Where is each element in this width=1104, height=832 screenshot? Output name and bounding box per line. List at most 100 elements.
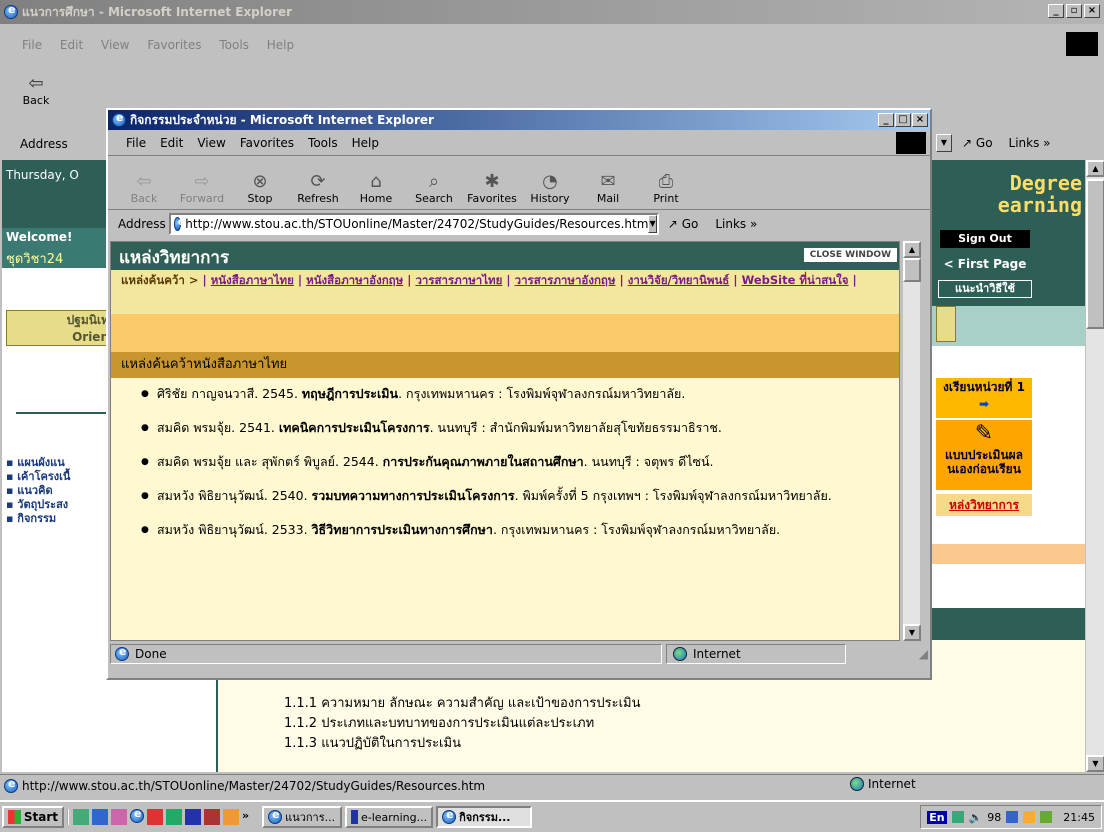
home-button[interactable]: ⌂ Home — [350, 170, 402, 206]
reference-list: ศิริชัย กาญจนวาสี. 2545. ทฤษฎีการประเมิน… — [111, 382, 899, 552]
start-button[interactable]: Start — [2, 806, 64, 828]
favorites-button[interactable]: ✱ Favorites — [466, 170, 518, 206]
close-window-button[interactable]: CLOSE WINDOW — [803, 248, 897, 262]
bg-menu-help[interactable]: Help — [267, 38, 294, 52]
bg-menu-file[interactable]: File — [22, 38, 42, 52]
popup-menu-edit[interactable]: Edit — [160, 136, 183, 150]
close-button[interactable]: × — [912, 113, 928, 127]
nav-link-thai-journals[interactable]: วารสารภาษาไทย — [415, 273, 502, 287]
bg-scroll-up-button[interactable]: ▲ — [1086, 160, 1104, 177]
excel-icon[interactable] — [166, 809, 182, 825]
bg-address-dropdown[interactable]: ▼ — [936, 134, 952, 152]
bg-address-label: Address — [20, 137, 68, 151]
bg-course: ชุดวิชา24 — [6, 252, 64, 267]
popup-menu-favorites[interactable]: Favorites — [240, 136, 294, 150]
bg-left-menu-item[interactable]: ▪ แนวคิด — [6, 484, 70, 498]
network-icon[interactable] — [951, 811, 964, 823]
task-button[interactable]: แนวการ... — [262, 806, 343, 828]
bg-left-menu-item[interactable]: ▪ กิจกรรม — [6, 512, 70, 526]
minimize-button[interactable]: _ — [1048, 4, 1064, 18]
popup-menu-help[interactable]: Help — [352, 136, 379, 150]
tray-app-icon[interactable] — [1023, 811, 1036, 823]
popup-menu-view[interactable]: View — [197, 136, 225, 150]
bg-go-button[interactable]: ↗ Go — [962, 136, 993, 150]
bg-menu-tools[interactable]: Tools — [219, 38, 249, 52]
popup-menu-file[interactable]: File — [126, 136, 146, 150]
forward-button[interactable]: ⇨ Forward — [176, 170, 228, 206]
nav-link-thai-books[interactable]: หนังสือภาษาไทย — [211, 273, 294, 287]
windows-logo-icon — [1066, 32, 1098, 56]
bg-vertical-scrollbar[interactable]: ▲ ▼ — [1085, 160, 1104, 772]
printer-icon: ⎙ — [658, 170, 674, 192]
bg-outline-item[interactable]: 1.1.1 ความหมาย ลักษณะ ความสำคัญ และเป้าข… — [284, 694, 640, 714]
bg-menu-edit[interactable]: Edit — [60, 38, 83, 52]
search-button[interactable]: ⌕ Search — [408, 170, 460, 206]
bg-left-menu-item[interactable]: ▪ เค้าโครงเนื้ — [6, 470, 70, 484]
popup-vertical-scrollbar[interactable]: ▲ ▼ — [902, 241, 921, 641]
bg-left-menu-item[interactable]: ▪ แผนผังแน — [6, 456, 70, 470]
bg-outline-item[interactable]: 1.1.2 ประเภทและบทบาทของการประเมินแต่ละปร… — [284, 714, 640, 734]
scroll-up-button[interactable]: ▲ — [903, 241, 921, 258]
nav-link-websites[interactable]: WebSite ที่น่าสนใจ — [742, 273, 849, 287]
address-value: http://www.stou.ac.th/STOUonline/Master/… — [185, 217, 649, 231]
bg-peach-band — [922, 544, 1085, 564]
maximize-button[interactable]: □ — [895, 113, 911, 127]
close-button[interactable]: × — [1084, 4, 1100, 18]
powerpoint-icon[interactable] — [147, 809, 163, 825]
scroll-thumb[interactable] — [903, 258, 921, 282]
bg-orient-text-1: ปฐมนิเท — [66, 313, 109, 327]
ie-launch-icon[interactable] — [130, 807, 144, 823]
refresh-button[interactable]: ⟳ Refresh — [292, 170, 344, 206]
address-input[interactable]: http://www.stou.ac.th/STOUonline/Master/… — [168, 213, 659, 235]
language-indicator[interactable]: En — [927, 810, 947, 824]
bg-left-menu-item[interactable]: ▪ วัตถุประสง — [6, 498, 70, 512]
bg-first-page-button[interactable]: < First Page — [938, 254, 1032, 274]
bg-back-button[interactable]: ⇦ Back — [10, 72, 62, 108]
bg-menu-favorites[interactable]: Favorites — [147, 38, 201, 52]
nav-link-english-books[interactable]: หนังสือภาษาอังกฤษ — [306, 273, 403, 287]
access-icon[interactable] — [204, 809, 220, 825]
show-desktop-icon[interactable] — [73, 809, 89, 825]
bg-unit-box[interactable]: งเรียนหน่วยที่ 1 ➡ — [936, 378, 1032, 418]
bg-resources-link[interactable]: หล่งวิทยาการ — [936, 494, 1032, 516]
speaker-icon[interactable]: 🔈 — [969, 811, 983, 824]
stop-button[interactable]: ⊗ Stop — [234, 170, 286, 206]
scroll-down-button[interactable]: ▼ — [903, 624, 921, 641]
nav-link-english-journals[interactable]: วารสารภาษาอังกฤษ — [515, 273, 616, 287]
outlook-icon[interactable] — [92, 809, 108, 825]
task-button[interactable]: e-learning... — [345, 806, 434, 828]
address-dropdown[interactable]: ▼ — [648, 215, 657, 233]
popup-links-button[interactable]: Links » — [715, 217, 757, 231]
tray-app-icon[interactable] — [1040, 811, 1053, 823]
bg-scroll-down-button[interactable]: ▼ — [1086, 755, 1104, 772]
popup-window-controls: _ □ × — [878, 113, 928, 127]
more-chevron-icon[interactable]: » — [242, 809, 249, 825]
bg-orient-box[interactable]: ปฐมนิเท Orien — [6, 310, 110, 346]
bg-links-button[interactable]: Links » — [1009, 136, 1051, 150]
bg-degree-text-1: Degree — [1009, 171, 1082, 195]
resize-grip-icon[interactable]: ◢ — [919, 647, 928, 661]
task-button-active[interactable]: กิจกรรม... — [436, 806, 533, 828]
nav-link-research[interactable]: งานวิจัย/วิทยานิพนธ์ — [628, 273, 730, 287]
clock[interactable]: 21:45 — [1063, 811, 1095, 824]
bg-scroll-thumb[interactable] — [1086, 179, 1104, 329]
popup-menu-tools[interactable]: Tools — [308, 136, 338, 150]
popup-go-button[interactable]: ↗ Go — [668, 217, 699, 231]
restore-button[interactable]: ▫ — [1066, 4, 1082, 18]
page-title: แหล่งวิทยาการ — [119, 248, 230, 268]
back-button[interactable]: ⇦ Back — [118, 170, 170, 206]
bg-outline-item[interactable]: 1.1.3 แนวปฏิบัติในการประเมิน — [284, 734, 640, 754]
bg-eval-box[interactable]: ✎ แบบประเมินผล นเองก่อนเรียน — [936, 420, 1032, 490]
bg-guide-button[interactable]: แนะนำวิธีใช้ — [938, 280, 1032, 298]
bg-sign-out-button[interactable]: Sign Out — [940, 230, 1030, 248]
mail-button[interactable]: ✉ Mail — [582, 170, 634, 206]
word-icon[interactable] — [185, 809, 201, 825]
tray-app-icon[interactable] — [1006, 811, 1019, 823]
minimize-button[interactable]: _ — [878, 113, 894, 127]
media-icon[interactable] — [223, 809, 239, 825]
history-button[interactable]: ◔ History — [524, 170, 576, 206]
print-button[interactable]: ⎙ Print — [640, 170, 692, 206]
windows-flag-icon — [8, 810, 21, 824]
paint-icon[interactable] — [111, 809, 127, 825]
bg-menu-view[interactable]: View — [101, 38, 129, 52]
